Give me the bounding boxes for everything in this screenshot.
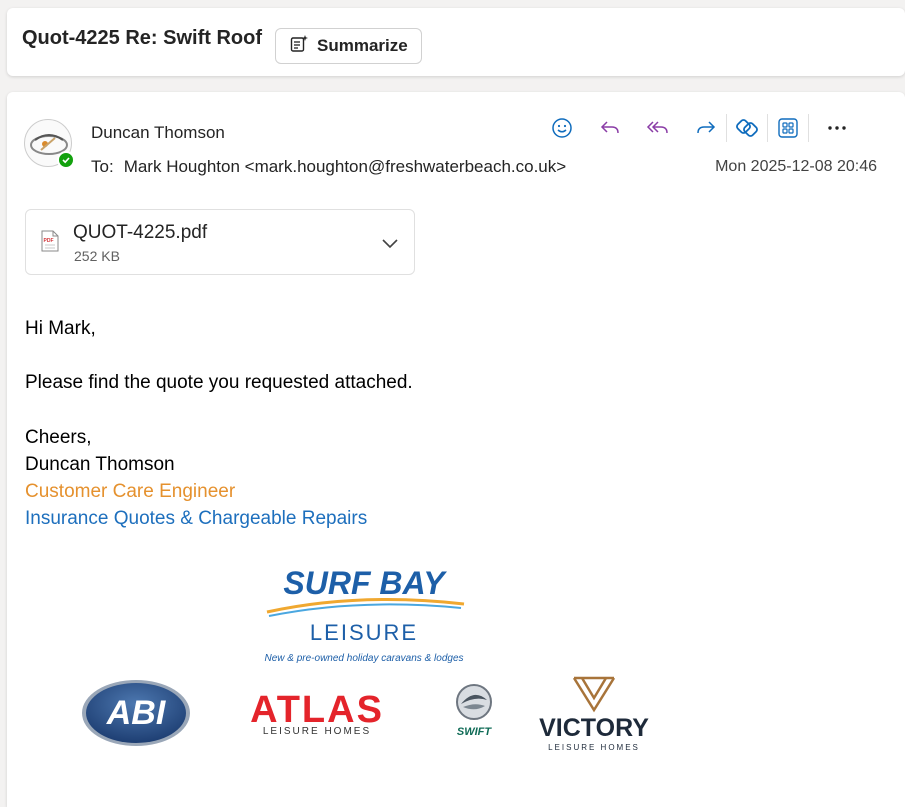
victory-logo: VICTORY LEISURE HOMES [534,674,654,754]
signature-department: Insurance Quotes & Chargeable Repairs [25,508,368,529]
apps-icon[interactable] [773,113,803,143]
swift-text: SWIFT [457,726,492,738]
surf-bay-logo: SURF BAY LEISURE New & pre-owned holiday… [239,562,489,667]
victory-text: VICTORY [539,714,649,742]
message-date: Mon 2025-12-08 20:46 [715,158,877,175]
greeting-text: Hi Mark, [25,318,96,339]
attachment-name: QUOT-4225.pdf [73,222,208,243]
pdf-icon-text: PDF [44,238,54,244]
atlas-text: ATLAS [250,689,384,731]
swift-logo: SWIFT [443,682,505,740]
victory-subtitle: LEISURE HOMES [548,743,640,752]
signature-name: Duncan Thomson [25,454,175,475]
more-icon[interactable] [822,113,852,143]
attachment-size: 252 KB [74,248,120,264]
message-actions [547,113,852,143]
surf-bay-title: SURF BAY [283,565,447,601]
sender-name[interactable]: Duncan Thomson [91,123,225,143]
atlas-logo: ATLAS LEISURE HOMES [222,688,412,738]
body-paragraph: Please find the quote you requested atta… [25,372,413,393]
email-subject: Quot-4225 Re: Swift Roof [22,27,263,49]
recipient[interactable]: Mark Houghton <mark.houghton@freshwaterb… [124,157,567,176]
divider [767,114,768,142]
loop-icon[interactable] [732,113,762,143]
summarize-button[interactable]: Summarize [275,28,422,64]
signoff-text: Cheers, [25,427,92,448]
summarize-icon [289,34,309,59]
surf-bay-tagline: New & pre-owned holiday caravans & lodge… [265,653,464,664]
subject-bar: Quot-4225 Re: Swift Roof Summarize [7,8,905,76]
signature-role: Customer Care Engineer [25,481,236,502]
divider [808,114,809,142]
presence-available-icon [57,151,75,169]
atlas-subtitle: LEISURE HOMES [263,726,371,737]
summarize-label: Summarize [317,36,408,55]
pdf-file-icon: PDF [41,230,59,257]
message-card: Duncan Thomson To: Mark Houghton <mark.ho… [7,92,905,807]
to-label: To: [91,157,114,176]
divider [726,114,727,142]
recipient-line: To: Mark Houghton <mark.houghton@freshwat… [91,157,566,177]
abi-text: ABI [106,694,167,732]
emoji-icon[interactable] [547,113,577,143]
chevron-down-icon[interactable] [380,233,400,258]
forward-icon[interactable] [691,113,721,143]
abi-logo: ABI [80,678,192,748]
surf-bay-subtitle: LEISURE [310,620,418,645]
attachment-card[interactable]: PDF QUOT-4225.pdf 252 KB [25,209,415,275]
reply-icon[interactable] [595,113,625,143]
reply-all-icon[interactable] [643,113,673,143]
